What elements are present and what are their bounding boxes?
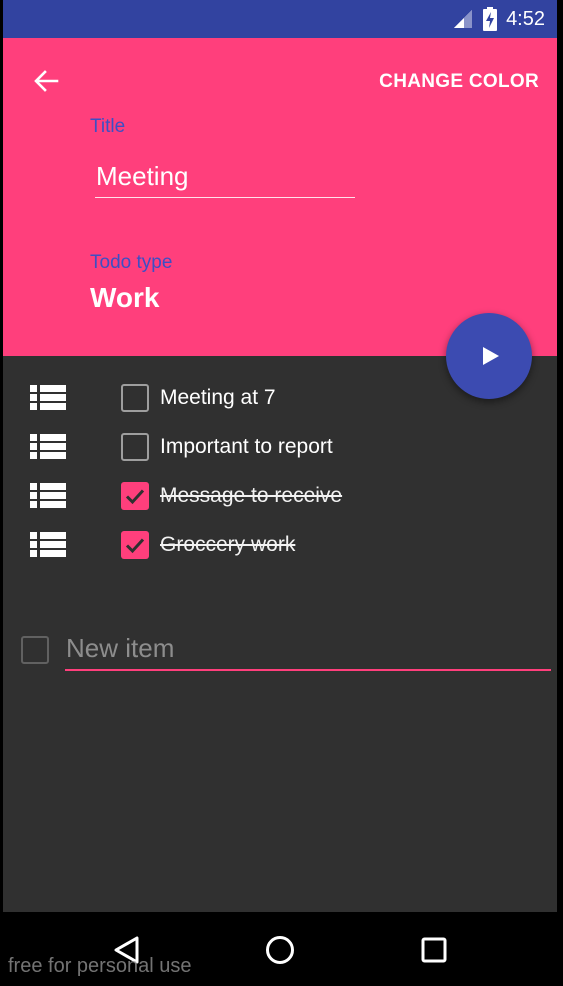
new-item-input[interactable] [65, 628, 551, 671]
drag-handle-icon[interactable] [30, 432, 66, 462]
title-label: Title [90, 116, 126, 137]
drag-handle-icon[interactable] [30, 481, 66, 511]
signal-icon [454, 10, 473, 28]
battery-charging-icon [483, 7, 498, 31]
drag-handle-icon[interactable] [30, 530, 66, 560]
home-circle-icon[interactable] [262, 932, 298, 968]
check-icon [125, 538, 145, 554]
check-icon [125, 489, 145, 505]
status-time: 4:52 [506, 7, 545, 30]
change-color-button[interactable]: CHANGE COLOR [379, 71, 539, 93]
todo-list-area: Meeting at 7 Important to report Message t… [3, 356, 557, 912]
todo-checkbox[interactable] [121, 531, 149, 559]
arrow-back-icon[interactable] [31, 66, 61, 96]
todo-checkbox[interactable] [121, 482, 149, 510]
todo-type-value[interactable]: Work [90, 282, 160, 314]
todo-text[interactable]: Message to receive [160, 484, 342, 508]
title-input[interactable] [95, 156, 355, 198]
play-icon [483, 347, 499, 365]
todo-text[interactable]: Important to report [160, 435, 333, 459]
todo-row: Important to report [3, 428, 557, 468]
drag-handle-icon[interactable] [30, 383, 66, 413]
play-button[interactable] [446, 313, 532, 399]
status-bar: 4:52 [3, 0, 557, 38]
todo-row: Message to receive [3, 477, 557, 517]
todo-checkbox[interactable] [121, 433, 149, 461]
todo-row: Groccery work [3, 526, 557, 566]
status-icons: 4:52 [452, 0, 545, 38]
header: CHANGE COLOR Title Todo type Work [3, 38, 557, 356]
todo-type-label: Todo type [90, 252, 173, 273]
recents-square-icon[interactable] [416, 932, 452, 968]
new-item-checkbox[interactable] [21, 636, 49, 664]
watermark: free for personal use [8, 955, 192, 977]
todo-text[interactable]: Meeting at 7 [160, 386, 276, 410]
todo-text[interactable]: Groccery work [160, 533, 295, 557]
todo-checkbox[interactable] [121, 384, 149, 412]
